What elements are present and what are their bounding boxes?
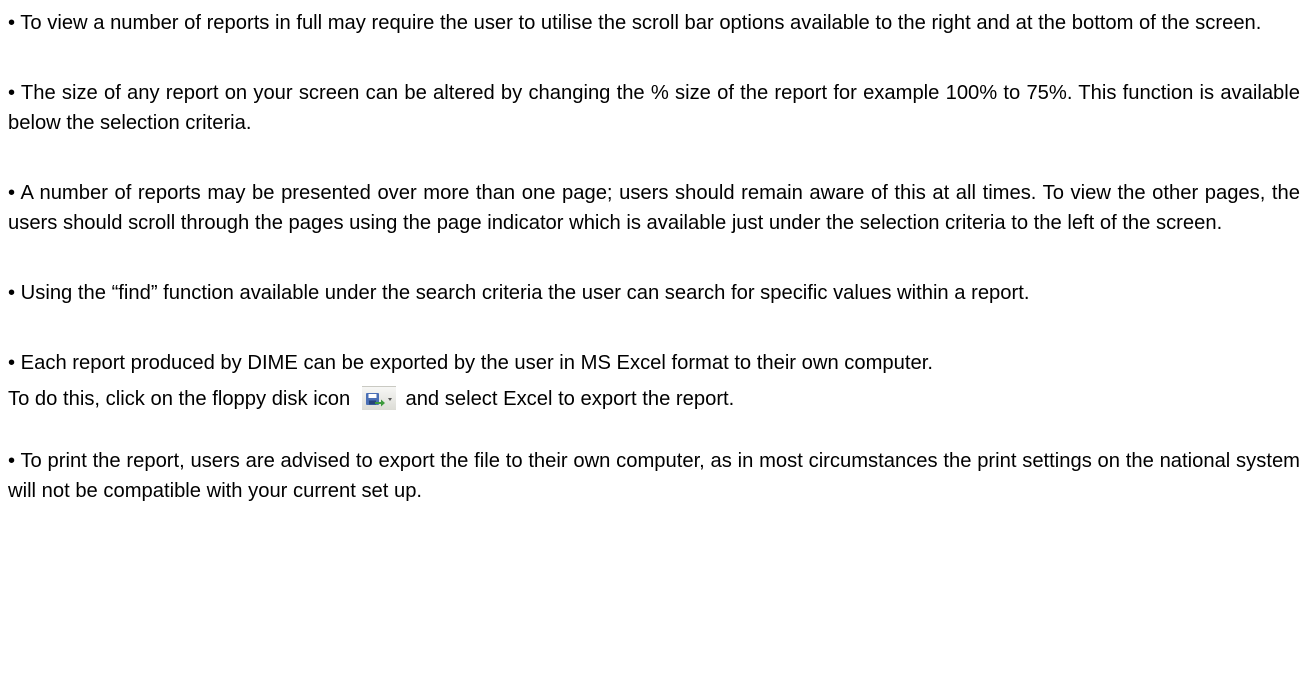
paragraph-find-function: • Using the “find” function available un… xyxy=(8,282,1030,304)
chevron-down-icon xyxy=(387,398,392,401)
export-paragraph-line2: To do this, click on the floppy disk ico… xyxy=(8,384,1300,414)
paragraph-export-excel: • Each report produced by DIME can be ex… xyxy=(8,348,1300,414)
paragraph-multiple-pages: • A number of reports may be presented o… xyxy=(8,182,1300,234)
floppy-disk-shutter xyxy=(368,400,376,405)
paragraph-scroll-bars: • To view a number of reports in full ma… xyxy=(8,12,1262,34)
floppy-disk-export-graphic xyxy=(365,393,392,407)
export-paragraph-line1: • Each report produced by DIME can be ex… xyxy=(8,352,933,374)
floppy-disk-label xyxy=(368,394,377,398)
paragraph-printing: • To print the report, users are advised… xyxy=(8,450,1300,502)
export-instruction-after: and select Excel to export the report. xyxy=(405,388,735,410)
paragraph-report-size: • The size of any report on your screen … xyxy=(8,82,1300,134)
document-body: • To view a number of reports in full ma… xyxy=(0,0,1300,506)
floppy-disk-export-icon xyxy=(361,386,396,410)
export-instruction-before: To do this, click on the floppy disk ico… xyxy=(8,388,351,410)
